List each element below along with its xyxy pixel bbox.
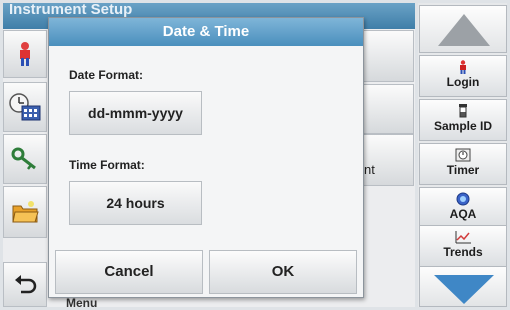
security-button[interactable]	[3, 134, 47, 184]
menu-item-fragment[interactable]	[362, 30, 414, 82]
timer-button[interactable]: Timer	[419, 143, 507, 185]
key-icon	[11, 147, 36, 170]
time-format-selector[interactable]: 24 hours	[69, 181, 202, 225]
menu-item-fragment[interactable]	[362, 134, 414, 186]
back-button[interactable]	[3, 262, 47, 307]
scroll-down-button[interactable]	[419, 266, 507, 307]
sample-id-button[interactable]: Sample ID	[419, 99, 507, 141]
sample-id-label: Sample ID	[433, 119, 493, 133]
date-format-selector[interactable]: dd-mmm-yyyy	[69, 91, 202, 135]
scroll-up-button[interactable]	[419, 5, 507, 53]
arrow-down-icon	[434, 275, 494, 304]
data-management-button[interactable]	[3, 186, 47, 238]
back-arrow-icon	[15, 274, 37, 293]
timer-icon	[455, 148, 471, 162]
login-button[interactable]: Login	[419, 55, 507, 97]
clock-calendar-icon	[9, 93, 41, 121]
operator-button[interactable]	[3, 30, 47, 78]
menu-item-fragment[interactable]	[362, 84, 414, 134]
arrow-up-icon	[438, 14, 490, 46]
trends-button[interactable]: Trends	[419, 225, 507, 267]
aqa-icon	[456, 192, 470, 206]
ok-button[interactable]: OK	[209, 250, 357, 294]
timer-label: Timer	[446, 163, 480, 177]
aqa-button[interactable]: AQA	[419, 187, 507, 229]
folder-icon	[12, 201, 39, 223]
trends-label: Trends	[443, 245, 483, 259]
trends-chart-icon	[455, 231, 471, 244]
sample-vial-icon	[459, 104, 467, 118]
cancel-button[interactable]: Cancel	[55, 250, 203, 294]
operator-icon	[460, 60, 466, 74]
time-format-label: Time Format:	[69, 158, 145, 172]
date-time-dialog: Date & Time Date Format: dd-mmm-yyyy Tim…	[48, 17, 364, 298]
login-label: Login	[446, 75, 480, 89]
dialog-title: Date & Time	[49, 18, 363, 46]
menu-item-fragment-text: nt	[364, 162, 375, 177]
date-time-button[interactable]	[3, 82, 47, 132]
operator-icon	[20, 42, 30, 66]
aqa-label: AQA	[449, 207, 477, 221]
window-title: Instrument Setup	[9, 1, 133, 18]
menu-label: Menu	[66, 296, 98, 310]
date-format-label: Date Format:	[69, 68, 144, 82]
